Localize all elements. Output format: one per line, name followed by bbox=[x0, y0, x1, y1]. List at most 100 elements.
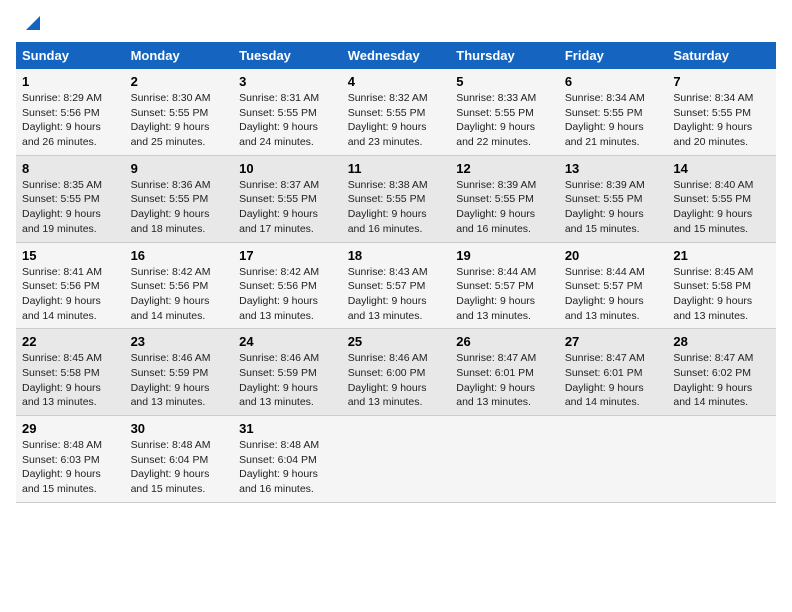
day-number: 18 bbox=[348, 248, 445, 263]
day-number: 10 bbox=[239, 161, 336, 176]
day-number: 12 bbox=[456, 161, 553, 176]
day-info: Sunrise: 8:47 AM Sunset: 6:01 PM Dayligh… bbox=[456, 352, 536, 408]
day-number: 7 bbox=[673, 74, 770, 89]
day-number: 23 bbox=[131, 334, 228, 349]
calendar-cell: 18 Sunrise: 8:43 AM Sunset: 5:57 PM Dayl… bbox=[342, 242, 451, 329]
calendar-cell: 28 Sunrise: 8:47 AM Sunset: 6:02 PM Dayl… bbox=[667, 329, 776, 416]
week-row-4: 22 Sunrise: 8:45 AM Sunset: 5:58 PM Dayl… bbox=[16, 329, 776, 416]
day-number: 11 bbox=[348, 161, 445, 176]
day-info: Sunrise: 8:39 AM Sunset: 5:55 PM Dayligh… bbox=[565, 179, 645, 235]
calendar-cell: 11 Sunrise: 8:38 AM Sunset: 5:55 PM Dayl… bbox=[342, 155, 451, 242]
calendar-cell: 19 Sunrise: 8:44 AM Sunset: 5:57 PM Dayl… bbox=[450, 242, 559, 329]
day-number: 1 bbox=[22, 74, 119, 89]
calendar-cell: 7 Sunrise: 8:34 AM Sunset: 5:55 PM Dayli… bbox=[667, 69, 776, 155]
day-info: Sunrise: 8:42 AM Sunset: 5:56 PM Dayligh… bbox=[131, 266, 211, 322]
header bbox=[16, 16, 776, 34]
calendar-cell: 6 Sunrise: 8:34 AM Sunset: 5:55 PM Dayli… bbox=[559, 69, 668, 155]
calendar-cell: 16 Sunrise: 8:42 AM Sunset: 5:56 PM Dayl… bbox=[125, 242, 234, 329]
calendar-cell: 3 Sunrise: 8:31 AM Sunset: 5:55 PM Dayli… bbox=[233, 69, 342, 155]
calendar-cell: 12 Sunrise: 8:39 AM Sunset: 5:55 PM Dayl… bbox=[450, 155, 559, 242]
col-header-tuesday: Tuesday bbox=[233, 42, 342, 69]
day-number: 9 bbox=[131, 161, 228, 176]
day-number: 3 bbox=[239, 74, 336, 89]
calendar-cell: 20 Sunrise: 8:44 AM Sunset: 5:57 PM Dayl… bbox=[559, 242, 668, 329]
day-number: 2 bbox=[131, 74, 228, 89]
calendar-cell: 13 Sunrise: 8:39 AM Sunset: 5:55 PM Dayl… bbox=[559, 155, 668, 242]
day-info: Sunrise: 8:31 AM Sunset: 5:55 PM Dayligh… bbox=[239, 92, 319, 148]
day-info: Sunrise: 8:46 AM Sunset: 6:00 PM Dayligh… bbox=[348, 352, 428, 408]
day-info: Sunrise: 8:48 AM Sunset: 6:03 PM Dayligh… bbox=[22, 439, 102, 495]
day-info: Sunrise: 8:33 AM Sunset: 5:55 PM Dayligh… bbox=[456, 92, 536, 148]
calendar-cell: 27 Sunrise: 8:47 AM Sunset: 6:01 PM Dayl… bbox=[559, 329, 668, 416]
calendar-cell: 26 Sunrise: 8:47 AM Sunset: 6:01 PM Dayl… bbox=[450, 329, 559, 416]
calendar-cell: 14 Sunrise: 8:40 AM Sunset: 5:55 PM Dayl… bbox=[667, 155, 776, 242]
day-number: 16 bbox=[131, 248, 228, 263]
calendar-cell bbox=[559, 416, 668, 503]
calendar-cell: 17 Sunrise: 8:42 AM Sunset: 5:56 PM Dayl… bbox=[233, 242, 342, 329]
day-info: Sunrise: 8:44 AM Sunset: 5:57 PM Dayligh… bbox=[565, 266, 645, 322]
day-number: 5 bbox=[456, 74, 553, 89]
calendar-table: SundayMondayTuesdayWednesdayThursdayFrid… bbox=[16, 42, 776, 503]
calendar-cell: 8 Sunrise: 8:35 AM Sunset: 5:55 PM Dayli… bbox=[16, 155, 125, 242]
calendar-cell: 9 Sunrise: 8:36 AM Sunset: 5:55 PM Dayli… bbox=[125, 155, 234, 242]
day-number: 4 bbox=[348, 74, 445, 89]
col-header-thursday: Thursday bbox=[450, 42, 559, 69]
day-number: 26 bbox=[456, 334, 553, 349]
day-number: 31 bbox=[239, 421, 336, 436]
calendar-cell bbox=[667, 416, 776, 503]
calendar-cell: 15 Sunrise: 8:41 AM Sunset: 5:56 PM Dayl… bbox=[16, 242, 125, 329]
calendar-cell: 30 Sunrise: 8:48 AM Sunset: 6:04 PM Dayl… bbox=[125, 416, 234, 503]
calendar-cell: 10 Sunrise: 8:37 AM Sunset: 5:55 PM Dayl… bbox=[233, 155, 342, 242]
day-number: 24 bbox=[239, 334, 336, 349]
day-info: Sunrise: 8:48 AM Sunset: 6:04 PM Dayligh… bbox=[131, 439, 211, 495]
day-info: Sunrise: 8:39 AM Sunset: 5:55 PM Dayligh… bbox=[456, 179, 536, 235]
day-info: Sunrise: 8:43 AM Sunset: 5:57 PM Dayligh… bbox=[348, 266, 428, 322]
day-info: Sunrise: 8:41 AM Sunset: 5:56 PM Dayligh… bbox=[22, 266, 102, 322]
day-info: Sunrise: 8:46 AM Sunset: 5:59 PM Dayligh… bbox=[239, 352, 319, 408]
day-number: 20 bbox=[565, 248, 662, 263]
calendar-cell: 29 Sunrise: 8:48 AM Sunset: 6:03 PM Dayl… bbox=[16, 416, 125, 503]
day-info: Sunrise: 8:36 AM Sunset: 5:55 PM Dayligh… bbox=[131, 179, 211, 235]
day-info: Sunrise: 8:44 AM Sunset: 5:57 PM Dayligh… bbox=[456, 266, 536, 322]
day-info: Sunrise: 8:45 AM Sunset: 5:58 PM Dayligh… bbox=[673, 266, 753, 322]
day-info: Sunrise: 8:32 AM Sunset: 5:55 PM Dayligh… bbox=[348, 92, 428, 148]
calendar-cell: 5 Sunrise: 8:33 AM Sunset: 5:55 PM Dayli… bbox=[450, 69, 559, 155]
logo bbox=[16, 16, 40, 34]
day-info: Sunrise: 8:38 AM Sunset: 5:55 PM Dayligh… bbox=[348, 179, 428, 235]
col-header-wednesday: Wednesday bbox=[342, 42, 451, 69]
calendar-cell: 21 Sunrise: 8:45 AM Sunset: 5:58 PM Dayl… bbox=[667, 242, 776, 329]
calendar-cell bbox=[342, 416, 451, 503]
day-info: Sunrise: 8:34 AM Sunset: 5:55 PM Dayligh… bbox=[673, 92, 753, 148]
day-number: 13 bbox=[565, 161, 662, 176]
col-header-friday: Friday bbox=[559, 42, 668, 69]
day-number: 8 bbox=[22, 161, 119, 176]
calendar-cell: 23 Sunrise: 8:46 AM Sunset: 5:59 PM Dayl… bbox=[125, 329, 234, 416]
day-number: 21 bbox=[673, 248, 770, 263]
day-info: Sunrise: 8:42 AM Sunset: 5:56 PM Dayligh… bbox=[239, 266, 319, 322]
calendar-cell: 24 Sunrise: 8:46 AM Sunset: 5:59 PM Dayl… bbox=[233, 329, 342, 416]
day-number: 19 bbox=[456, 248, 553, 263]
day-number: 27 bbox=[565, 334, 662, 349]
day-number: 6 bbox=[565, 74, 662, 89]
day-number: 28 bbox=[673, 334, 770, 349]
day-number: 25 bbox=[348, 334, 445, 349]
day-number: 30 bbox=[131, 421, 228, 436]
day-info: Sunrise: 8:30 AM Sunset: 5:55 PM Dayligh… bbox=[131, 92, 211, 148]
col-header-sunday: Sunday bbox=[16, 42, 125, 69]
day-info: Sunrise: 8:29 AM Sunset: 5:56 PM Dayligh… bbox=[22, 92, 102, 148]
calendar-cell: 31 Sunrise: 8:48 AM Sunset: 6:04 PM Dayl… bbox=[233, 416, 342, 503]
day-info: Sunrise: 8:35 AM Sunset: 5:55 PM Dayligh… bbox=[22, 179, 102, 235]
col-header-saturday: Saturday bbox=[667, 42, 776, 69]
day-info: Sunrise: 8:34 AM Sunset: 5:55 PM Dayligh… bbox=[565, 92, 645, 148]
week-row-3: 15 Sunrise: 8:41 AM Sunset: 5:56 PM Dayl… bbox=[16, 242, 776, 329]
day-info: Sunrise: 8:48 AM Sunset: 6:04 PM Dayligh… bbox=[239, 439, 319, 495]
day-number: 17 bbox=[239, 248, 336, 263]
day-info: Sunrise: 8:37 AM Sunset: 5:55 PM Dayligh… bbox=[239, 179, 319, 235]
calendar-cell: 1 Sunrise: 8:29 AM Sunset: 5:56 PM Dayli… bbox=[16, 69, 125, 155]
col-header-monday: Monday bbox=[125, 42, 234, 69]
day-info: Sunrise: 8:45 AM Sunset: 5:58 PM Dayligh… bbox=[22, 352, 102, 408]
calendar-cell bbox=[450, 416, 559, 503]
day-number: 14 bbox=[673, 161, 770, 176]
calendar-cell: 4 Sunrise: 8:32 AM Sunset: 5:55 PM Dayli… bbox=[342, 69, 451, 155]
day-info: Sunrise: 8:46 AM Sunset: 5:59 PM Dayligh… bbox=[131, 352, 211, 408]
